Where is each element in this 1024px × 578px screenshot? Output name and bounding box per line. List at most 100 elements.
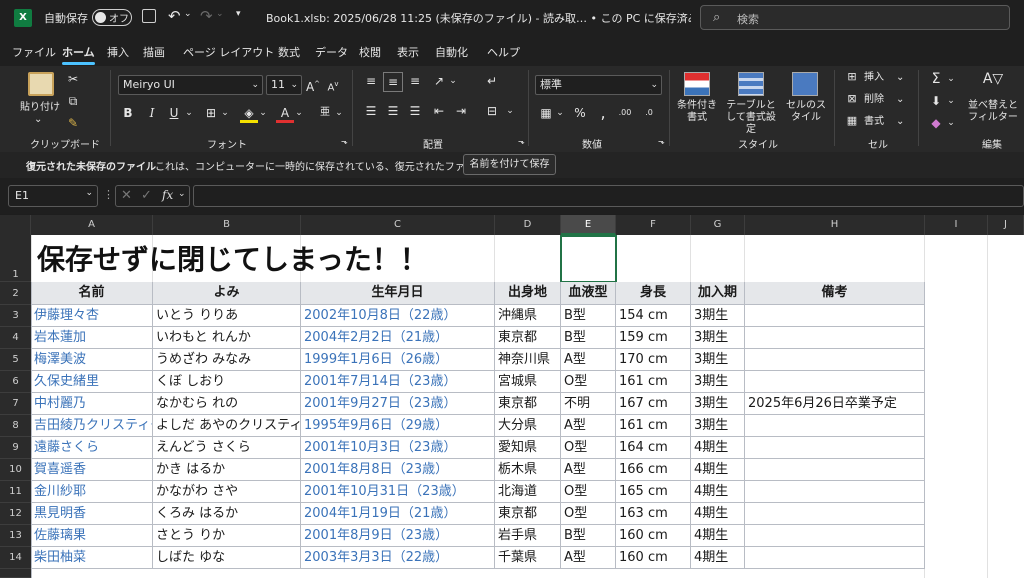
column-header-f[interactable]: F [616, 215, 691, 235]
reading-cell[interactable]: なかむら れの [153, 393, 301, 415]
name-cell[interactable]: 黒見明香 [31, 503, 153, 525]
height-cell[interactable]: 166 cm [616, 459, 691, 481]
redo-icon[interactable]: ↷ [200, 7, 213, 25]
format-cells-icon[interactable]: ▦ [844, 112, 860, 132]
generation-cell[interactable]: 4期生 [691, 503, 745, 525]
tab-view[interactable]: 表示 [397, 44, 419, 60]
merge-center-icon[interactable]: ⊟ [483, 102, 501, 122]
notes-cell[interactable] [745, 525, 925, 547]
phonetic-icon[interactable]: 亜 [316, 104, 334, 124]
birthplace-cell[interactable]: 北海道 [495, 481, 561, 503]
notes-cell[interactable] [745, 547, 925, 569]
font-color-icon[interactable]: A [276, 104, 294, 123]
paste-icon[interactable] [28, 72, 54, 96]
column-header-a[interactable]: A [31, 215, 153, 235]
autosum-icon[interactable]: Σ [928, 70, 944, 90]
notes-cell[interactable] [745, 371, 925, 393]
underline-icon[interactable]: U [166, 104, 182, 124]
worksheet-grid[interactable]: A B C D E F G H I J 1 2 3 4 5 6 7 8 9 10… [0, 215, 1024, 578]
search-box[interactable]: ⌕ 検索 [700, 5, 1010, 30]
insert-cells-label[interactable]: 挿入 [864, 72, 884, 84]
name-cell[interactable]: 賀喜遥香 [31, 459, 153, 481]
name-cell[interactable]: 梅澤美波 [31, 349, 153, 371]
notes-cell[interactable] [745, 415, 925, 437]
chevron-down-icon[interactable]: ⌄ [178, 189, 186, 199]
generation-cell[interactable]: 3期生 [691, 327, 745, 349]
row-header[interactable]: 12 [0, 503, 31, 525]
generation-cell[interactable]: 4期生 [691, 547, 745, 569]
document-title[interactable]: Book1.xlsb: 2025/06/28 11:25 (未保存のファイル) … [266, 10, 691, 26]
increase-decimal-icon[interactable]: .00 [614, 104, 636, 124]
chevron-down-icon[interactable]: ⌄ [946, 70, 956, 90]
decrease-font-icon[interactable]: Av [325, 75, 341, 95]
name-cell[interactable]: 佐藤璃果 [31, 525, 153, 547]
header-birthplace[interactable]: 出身地 [495, 282, 561, 305]
fill-icon[interactable]: ⬇ [928, 92, 944, 112]
reading-cell[interactable]: うめざわ みなみ [153, 349, 301, 371]
notes-cell[interactable] [745, 481, 925, 503]
row-header[interactable]: 2 [0, 282, 31, 305]
row-header[interactable]: 1 [0, 235, 31, 282]
birthdate-cell[interactable]: 1995年9月6日（29歳） [301, 415, 495, 437]
bloodtype-cell[interactable]: A型 [561, 459, 616, 481]
comma-style-icon[interactable]: , [594, 104, 612, 124]
chevron-down-icon[interactable]: ⌄ [896, 72, 904, 84]
bloodtype-cell[interactable]: A型 [561, 349, 616, 371]
notes-cell[interactable] [745, 459, 925, 481]
tab-home[interactable]: ホーム [62, 44, 95, 65]
insert-function-icon[interactable]: fx [162, 188, 173, 202]
reading-cell[interactable]: よしだ あやのクリスティー [153, 415, 301, 437]
chevron-down-icon[interactable]: ⌄ [334, 104, 344, 124]
tab-help[interactable]: ヘルプ [487, 44, 520, 60]
name-box[interactable]: E1 ⌄ [8, 185, 98, 207]
italic-icon[interactable]: I [144, 104, 160, 124]
generation-cell[interactable]: 4期生 [691, 525, 745, 547]
chevron-down-icon[interactable]: ⌄ [294, 104, 304, 124]
decrease-indent-icon[interactable]: ⇤ [430, 102, 448, 122]
reading-cell[interactable]: くぼ しおり [153, 371, 301, 393]
bloodtype-cell[interactable]: A型 [561, 547, 616, 569]
cell-styles-icon[interactable] [792, 72, 818, 96]
insert-cells-icon[interactable]: ⊞ [844, 68, 860, 88]
name-cell[interactable]: 岩本蓮加 [31, 327, 153, 349]
reading-cell[interactable]: かき はるか [153, 459, 301, 481]
fill-color-icon[interactable]: ◈ [240, 104, 258, 123]
undo-icon[interactable]: ↶ [168, 7, 181, 25]
bloodtype-cell[interactable]: O型 [561, 481, 616, 503]
reading-cell[interactable]: かながわ さや [153, 481, 301, 503]
column-header-d[interactable]: D [495, 215, 561, 235]
chevron-down-icon[interactable]: ⌄ [946, 114, 956, 134]
header-notes[interactable]: 備考 [745, 282, 925, 305]
height-cell[interactable]: 154 cm [616, 305, 691, 327]
chevron-down-icon[interactable]: ⌄ [896, 94, 904, 106]
bloodtype-cell[interactable]: 不明 [561, 393, 616, 415]
reading-cell[interactable]: いわもと れんか [153, 327, 301, 349]
birthdate-cell[interactable]: 2002年10月8日（22歳） [301, 305, 495, 327]
bloodtype-cell[interactable]: O型 [561, 371, 616, 393]
bloodtype-cell[interactable]: B型 [561, 305, 616, 327]
name-cell[interactable]: 久保史緒里 [31, 371, 153, 393]
alignment-dialog-launcher-icon[interactable]: ⬎ [518, 136, 525, 148]
format-painter-icon[interactable]: ✎ [64, 114, 82, 134]
formula-input[interactable] [193, 185, 1024, 207]
save-as-button[interactable]: 名前を付けて保存 [463, 154, 556, 175]
percent-icon[interactable]: % [571, 104, 589, 124]
tab-page-layout[interactable]: ページ レイアウト [183, 44, 274, 60]
birthdate-cell[interactable]: 2001年10月3日（23歳） [301, 437, 495, 459]
height-cell[interactable]: 165 cm [616, 481, 691, 503]
row-header[interactable]: 11 [0, 481, 31, 503]
autosave-toggle[interactable]: オフ [92, 9, 132, 26]
column-header-j[interactable]: J [988, 215, 1024, 235]
generation-cell[interactable]: 4期生 [691, 437, 745, 459]
row-header[interactable]: 6 [0, 371, 31, 393]
height-cell[interactable]: 170 cm [616, 349, 691, 371]
row-header[interactable]: 8 [0, 415, 31, 437]
notes-cell[interactable] [745, 437, 925, 459]
tab-automate[interactable]: 自動化 [435, 44, 468, 60]
birthdate-cell[interactable]: 2001年9月27日（23歳） [301, 393, 495, 415]
header-bloodtype[interactable]: 血液型 [561, 282, 616, 305]
orientation-icon[interactable]: ↗ [430, 72, 448, 92]
row-header[interactable]: 9 [0, 437, 31, 459]
undo-dropdown-icon[interactable]: ⌄ [184, 9, 192, 19]
birthplace-cell[interactable]: 宮城県 [495, 371, 561, 393]
